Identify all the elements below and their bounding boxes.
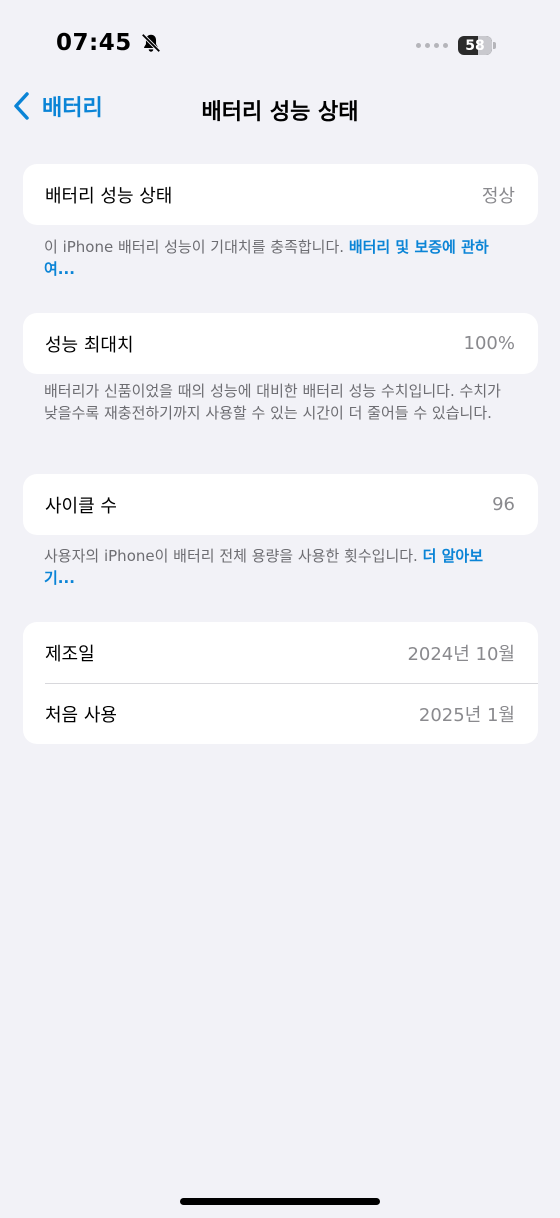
battery-level: 58 bbox=[465, 37, 485, 54]
manufactured-row: 제조일 2024년 10월 bbox=[23, 622, 538, 683]
manufactured-label: 제조일 bbox=[45, 643, 95, 665]
page-title: 배터리 성능 상태 bbox=[201, 100, 359, 125]
signal-icon bbox=[416, 43, 448, 48]
manufactured-value: 2024년 10월 bbox=[407, 643, 515, 665]
cycles-row: 사이클 수 96 bbox=[23, 474, 538, 535]
battery-icon: 58 bbox=[458, 36, 496, 55]
capacity-footnote: 배터리가 신품이었을 때의 성능에 대비한 배터리 성능 수치입니다. 수치가 … bbox=[44, 382, 501, 422]
capacity-value: 100% bbox=[463, 333, 515, 354]
first-use-value: 2025년 1월 bbox=[418, 704, 515, 726]
cycles-value: 96 bbox=[492, 494, 515, 515]
health-row: 배터리 성능 상태 정상 bbox=[23, 164, 538, 225]
health-footnote-text: 이 iPhone 배터리 성능이 기대치를 충족합니다. bbox=[44, 238, 349, 256]
capacity-row: 성능 최대치 100% bbox=[23, 313, 538, 374]
status-time-group: 07:45 bbox=[56, 30, 162, 56]
cycles-card: 사이클 수 96 bbox=[23, 474, 538, 535]
first-use-label: 처음 사용 bbox=[45, 704, 117, 726]
home-indicator[interactable] bbox=[180, 1198, 380, 1205]
nav-bar: 배터리 배터리 성능 상태 bbox=[0, 86, 560, 132]
status-right: 58 bbox=[416, 36, 496, 55]
health-label: 배터리 성능 상태 bbox=[45, 185, 173, 207]
cycles-footnote: 사용자의 iPhone이 배터리 전체 용량을 사용한 횟수입니다. 더 알아보… bbox=[44, 545, 504, 589]
health-card: 배터리 성능 상태 정상 bbox=[23, 164, 538, 225]
cycles-footnote-text: 사용자의 iPhone이 배터리 전체 용량을 사용한 횟수입니다. bbox=[44, 547, 423, 565]
health-footnote: 이 iPhone 배터리 성능이 기대치를 충족합니다. 배터리 및 보증에 관… bbox=[44, 236, 504, 280]
bell-slash-icon bbox=[141, 33, 161, 53]
status-bar: 07:45 58 bbox=[0, 0, 560, 90]
row-divider bbox=[45, 683, 538, 684]
cycles-label: 사이클 수 bbox=[45, 495, 117, 517]
health-value: 정상 bbox=[481, 185, 515, 207]
status-time: 07:45 bbox=[56, 30, 132, 56]
first-use-row: 처음 사용 2025년 1월 bbox=[23, 683, 538, 744]
capacity-label: 성능 최대치 bbox=[45, 334, 134, 356]
dates-card: 제조일 2024년 10월 처음 사용 2025년 1월 bbox=[23, 622, 538, 744]
capacity-card: 성능 최대치 100% bbox=[23, 313, 538, 374]
